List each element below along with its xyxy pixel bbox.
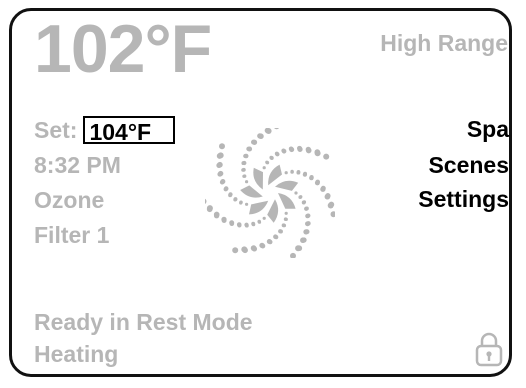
current-temperature[interactable]: 102°F (34, 14, 212, 84)
clock-time[interactable]: 8:32 PM (34, 152, 121, 178)
filter-status: Filter 1 (34, 222, 110, 248)
set-temperature-row[interactable]: Set: 104°F (34, 116, 176, 145)
set-temperature-value[interactable]: 104°F (83, 116, 176, 145)
temperature-range[interactable]: High Range (380, 30, 508, 56)
menu-item-spa[interactable]: Spa (467, 116, 509, 142)
heater-status: Heating (34, 341, 119, 367)
menu-item-scenes[interactable]: Scenes (428, 152, 509, 178)
padlock-icon[interactable] (474, 331, 504, 367)
mode-status[interactable]: Ready in Rest Mode (34, 309, 253, 335)
set-label: Set: (34, 117, 78, 143)
menu-item-settings[interactable]: Settings (418, 186, 509, 212)
ozone-status: Ozone (34, 187, 105, 213)
jets-swirl-icon[interactable] (205, 128, 335, 258)
